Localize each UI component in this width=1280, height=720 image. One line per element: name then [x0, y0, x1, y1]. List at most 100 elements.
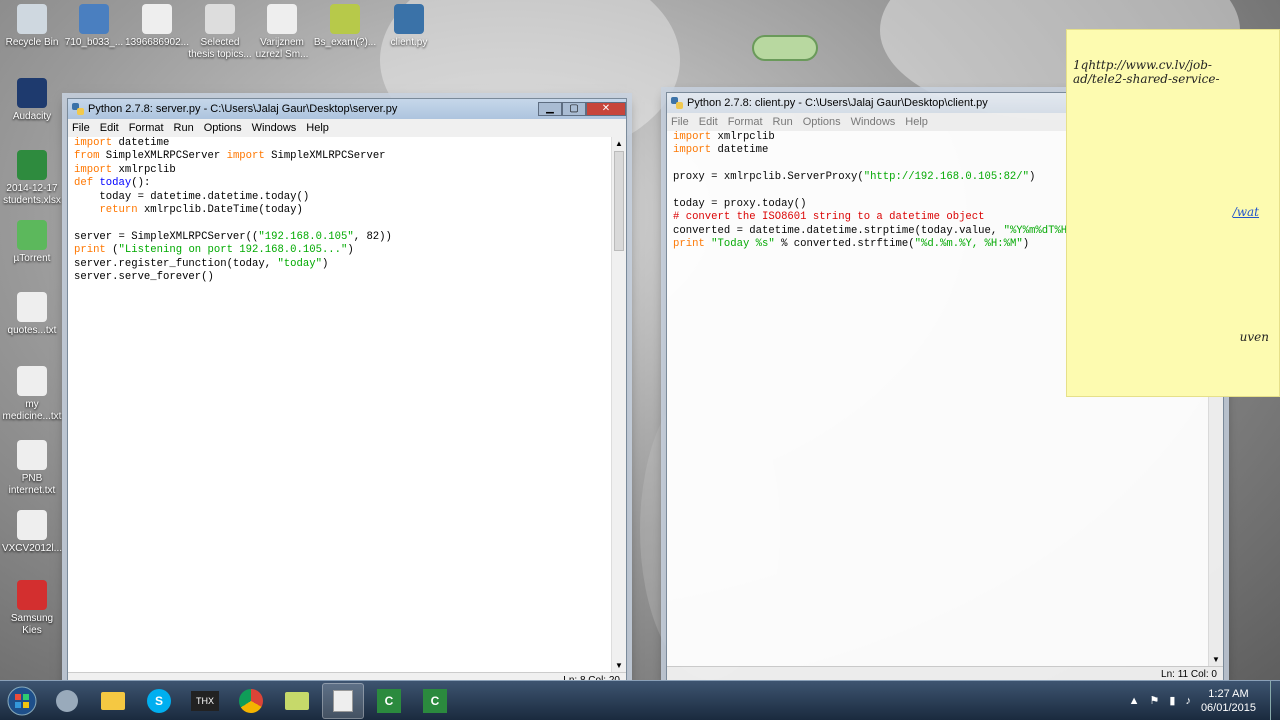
file-icon — [330, 4, 360, 34]
desktop-icon-label: Audacity — [12, 111, 52, 122]
file-icon — [394, 4, 424, 34]
windows-orb-icon — [7, 686, 37, 715]
menu-options[interactable]: Options — [803, 116, 841, 128]
menu-edit[interactable]: Edit — [699, 116, 718, 128]
desktop-icon[interactable]: 1396686902... — [125, 4, 189, 49]
sticky-link[interactable]: /wat — [1233, 205, 1259, 219]
desktop-icon[interactable]: 2014-12-17 students.xlsx — [0, 150, 64, 207]
code-line: return xmlrpclib.DateTime(today) — [99, 203, 303, 216]
sticky-line: 1qhttp://www.cv.lv/job- — [1073, 58, 1212, 72]
menu-run[interactable]: Run — [773, 116, 793, 128]
python-icon — [72, 103, 84, 115]
thx-icon: THX — [191, 690, 219, 711]
menu-help[interactable]: Help — [905, 116, 928, 128]
menu-options[interactable]: Options — [204, 122, 242, 134]
server-titlebar[interactable]: Python 2.7.8: server.py - C:\Users\Jalaj… — [68, 99, 626, 119]
desktop-icon[interactable]: VXCV2012l... — [0, 510, 64, 555]
desktop-icon-label: Bs_exam(?)... — [313, 37, 377, 48]
code-line: server.serve_forever() — [74, 270, 214, 283]
sticky-note[interactable]: 1qhttp://www.cv.lv/job- ad/tele2-shared-… — [1066, 29, 1280, 397]
file-icon — [17, 78, 47, 108]
taskbar-skype[interactable]: S — [138, 683, 180, 719]
network-icon — [56, 689, 78, 712]
camtasia-icon: C — [423, 688, 447, 713]
clock[interactable]: 1:27 AM 06/01/2015 — [1201, 687, 1256, 715]
chrome-icon — [239, 688, 263, 713]
desktop-icon-label: 710_b033_... — [64, 37, 124, 48]
sticky-line: uven — [1239, 330, 1269, 344]
file-icon — [17, 510, 47, 540]
taskbar-network-app[interactable] — [46, 683, 88, 719]
menu-format[interactable]: Format — [129, 122, 164, 134]
desktop-icon[interactable]: my medicine...txt — [0, 366, 64, 423]
code-line: import xmlrpclib — [74, 163, 176, 176]
file-icon — [17, 220, 47, 250]
desktop-icon[interactable]: quotes...txt — [0, 292, 64, 337]
desktop-icon[interactable]: Recycle Bin — [0, 4, 64, 49]
desktop-icon-label: my medicine...txt — [2, 399, 62, 422]
file-icon — [17, 580, 47, 610]
desktop-icon-label: quotes...txt — [7, 325, 57, 336]
code-line: server.register_function(today, "today") — [74, 257, 329, 270]
menu-help[interactable]: Help — [306, 122, 329, 134]
file-icon — [79, 4, 109, 34]
desktop-icon[interactable]: PNB internet.txt — [0, 440, 64, 497]
code-line: print ("Listening on port 192.168.0.105.… — [74, 244, 354, 257]
minimize-button[interactable]: ▁ — [538, 102, 562, 116]
tray-network-icon[interactable]: ▮ — [1169, 694, 1175, 707]
menu-run[interactable]: Run — [174, 122, 194, 134]
menu-windows[interactable]: Windows — [851, 116, 896, 128]
taskbar-camtasia-2[interactable]: C — [414, 683, 456, 719]
close-button[interactable]: ✕ — [586, 102, 626, 116]
file-icon — [17, 150, 47, 180]
menu-edit[interactable]: Edit — [100, 122, 119, 134]
clock-time: 1:27 AM — [1208, 687, 1249, 700]
menu-file[interactable]: File — [671, 116, 689, 128]
start-button[interactable] — [2, 683, 42, 719]
desktop-icon-label: µTorrent — [13, 253, 51, 264]
taskbar: S THX C C ▲ ⚑ ▮ ♪ 1:27 AM 06/01/2015 — [0, 680, 1280, 720]
taskbar-idle[interactable] — [322, 682, 364, 719]
folder-icon — [101, 691, 125, 710]
taskbar-folder[interactable] — [276, 683, 318, 719]
taskbar-thx[interactable]: THX — [184, 683, 226, 719]
desktop-icon[interactable]: Samsung Kies — [0, 580, 64, 637]
tray-volume-icon[interactable]: ♪ — [1185, 695, 1191, 707]
menu-windows[interactable]: Windows — [252, 122, 297, 134]
python-icon — [671, 97, 683, 109]
python-file-icon — [333, 689, 353, 712]
clock-date: 06/01/2015 — [1200, 701, 1256, 714]
desktop-icon-label: client.py — [390, 37, 428, 48]
taskbar-chrome[interactable] — [230, 683, 272, 719]
desktop-icon-label: VXCV2012l... — [1, 543, 63, 554]
desktop-icon[interactable]: Audacity — [0, 78, 64, 123]
code-line: def today(): — [74, 177, 151, 190]
desktop-icon-label: 1396686902... — [125, 37, 189, 48]
taskbar-explorer[interactable] — [92, 683, 134, 719]
desktop-icon[interactable]: 710_b033_... — [62, 4, 126, 49]
desktop-icon[interactable]: Selected thesis topics... — [188, 4, 252, 61]
maximize-button[interactable]: ▢ — [562, 102, 586, 116]
desktop-icon[interactable]: µTorrent — [0, 220, 64, 265]
camtasia-icon: C — [377, 688, 401, 713]
desktop-icon[interactable]: client.py — [377, 4, 441, 49]
menu-file[interactable]: File — [72, 122, 90, 134]
file-icon — [267, 4, 297, 34]
server-scrollbar[interactable]: ▲ ▼ — [611, 137, 626, 672]
desktop-icon[interactable]: Bs_exam(?)... — [313, 4, 377, 49]
desktop-icon[interactable]: Varijznem uzrezl Sm... — [250, 4, 314, 61]
taskbar-camtasia[interactable]: C — [368, 683, 410, 719]
show-desktop-button[interactable] — [1270, 680, 1280, 720]
file-icon — [17, 4, 47, 34]
folder-icon — [285, 691, 309, 710]
server-title: Python 2.7.8: server.py - C:\Users\Jalaj… — [88, 103, 398, 115]
server-window[interactable]: Python 2.7.8: server.py - C:\Users\Jalaj… — [67, 98, 627, 688]
wallpaper-detail — [752, 35, 818, 61]
server-code-editor[interactable]: import datetime from SimpleXMLRPCServer i… — [68, 137, 611, 672]
file-icon — [142, 4, 172, 34]
desktop-icon-label: Samsung Kies — [10, 613, 54, 636]
tray-flag-icon[interactable]: ⚑ — [1150, 694, 1160, 707]
tray-arrow-icon[interactable]: ▲ — [1129, 695, 1140, 707]
menu-format[interactable]: Format — [728, 116, 763, 128]
